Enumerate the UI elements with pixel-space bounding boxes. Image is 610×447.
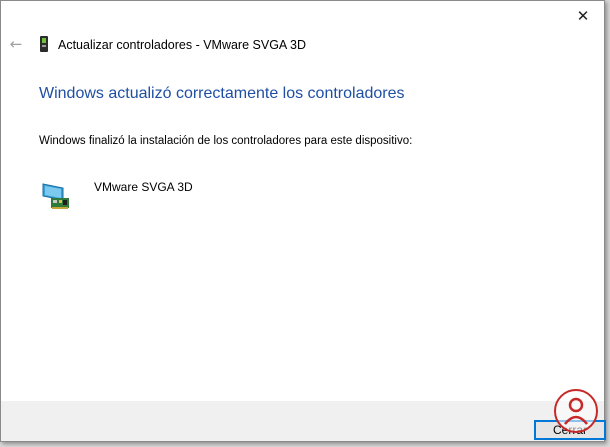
dialog-footer [1, 401, 604, 441]
back-arrow-icon[interactable]: ← [8, 34, 24, 54]
device-name: VMware SVGA 3D [94, 180, 193, 194]
device-manager-icon [39, 36, 49, 57]
display-adapter-icon [41, 180, 73, 215]
solvetic-logo-icon [553, 388, 599, 439]
dialog-title: Actualizar controladores - VMware SVGA 3… [58, 38, 307, 52]
description-text: Windows finalizó la instalación de los c… [39, 135, 413, 147]
close-icon[interactable]: ✕ [568, 5, 598, 27]
page-title: Windows actualizó correctamente los cont… [39, 85, 405, 102]
update-drivers-dialog: ✕ ← Actualizar controladores - VMware SV… [0, 0, 605, 442]
